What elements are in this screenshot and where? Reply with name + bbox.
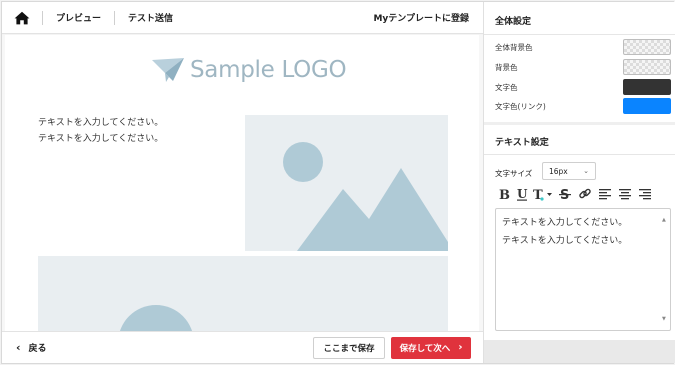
font-size-select[interactable]: 16px ⌄ bbox=[542, 162, 596, 180]
svg-text:B: B bbox=[499, 188, 510, 201]
bold-icon: B bbox=[499, 188, 510, 201]
text-color-icon: T bbox=[533, 188, 552, 201]
image-placeholder[interactable] bbox=[245, 115, 448, 251]
bg-color-swatch[interactable] bbox=[623, 59, 671, 75]
top-toolbar: プレビュー テスト送信 Myテンプレートに登録 bbox=[2, 2, 483, 34]
divider bbox=[484, 34, 675, 35]
align-left-icon bbox=[599, 189, 611, 200]
underline-icon: U bbox=[517, 187, 528, 201]
svg-text:U: U bbox=[517, 187, 528, 201]
register-template-link[interactable]: Myテンプレートに登録 bbox=[373, 11, 469, 24]
scrollbar[interactable]: ▲ ▼ bbox=[662, 211, 668, 328]
text-color-button[interactable]: T bbox=[531, 185, 555, 203]
chevron-left-icon: ‹ bbox=[16, 341, 21, 354]
settings-panel: 全体設定 全体背景色 背景色 文字色 文字色(リンク) テキスト設定 文字サイズ… bbox=[483, 2, 675, 363]
bottom-toolbar: ‹ 戻る ここまで保存 保存して次へ › bbox=[2, 331, 483, 363]
preview-pane: プレビュー テスト送信 Myテンプレートに登録 Sample LOGO テキスト… bbox=[2, 2, 483, 363]
text-color-swatch[interactable] bbox=[623, 79, 671, 95]
divider bbox=[484, 154, 675, 155]
page-bg-color-swatch[interactable] bbox=[623, 39, 671, 55]
align-right-button[interactable] bbox=[635, 185, 655, 203]
chevron-right-icon: › bbox=[458, 342, 463, 353]
body-text-block[interactable]: テキストを入力してください。 テキストを入力してください。 bbox=[38, 115, 163, 147]
color-label: 全体背景色 bbox=[495, 42, 533, 52]
font-size-value: 16px bbox=[549, 166, 568, 176]
email-canvas: Sample LOGO テキストを入力してください。 テキストを入力してください… bbox=[5, 35, 479, 331]
align-left-button[interactable] bbox=[595, 185, 615, 203]
body-text-line: テキストを入力してください。 bbox=[38, 134, 164, 144]
color-row-page-bg: 全体背景色 bbox=[495, 39, 671, 55]
align-right-icon bbox=[639, 189, 651, 200]
chevron-down-icon: ⌄ bbox=[583, 167, 589, 175]
color-label: 文字色(リンク) bbox=[495, 101, 546, 111]
link-button[interactable] bbox=[575, 185, 595, 203]
home-button[interactable] bbox=[2, 2, 42, 34]
text-settings-title: テキスト設定 bbox=[495, 138, 549, 148]
text-editor[interactable]: テキストを入力してください。 テキストを入力してください。 ▲ ▼ bbox=[495, 208, 671, 331]
editor-line: テキストを入力してください。 bbox=[502, 236, 628, 246]
editor-window: プレビュー テスト送信 Myテンプレートに登録 Sample LOGO テキスト… bbox=[1, 1, 675, 364]
color-row-text: 文字色 bbox=[495, 79, 671, 95]
email-preview-area: Sample LOGO テキストを入力してください。 テキストを入力してください… bbox=[2, 35, 483, 331]
image-placeholder-icon bbox=[119, 305, 193, 331]
align-center-button[interactable] bbox=[615, 185, 635, 203]
color-row-link: 文字色(リンク) bbox=[495, 98, 671, 114]
color-row-bg: 背景色 bbox=[495, 59, 671, 75]
logo: Sample LOGO bbox=[151, 57, 347, 83]
home-icon bbox=[14, 11, 30, 24]
preview-link[interactable]: プレビュー bbox=[43, 11, 114, 24]
global-settings-title: 全体設定 bbox=[495, 17, 532, 27]
bold-button[interactable]: B bbox=[495, 185, 513, 203]
body-text-line: テキストを入力してください。 bbox=[38, 118, 164, 128]
scroll-up-icon: ▲ bbox=[662, 217, 666, 223]
image-placeholder-icon bbox=[283, 142, 448, 251]
link-icon bbox=[579, 188, 591, 199]
save-and-next-label: 保存して次へ bbox=[399, 343, 451, 354]
strikethrough-icon: S bbox=[559, 188, 571, 201]
underline-button[interactable]: U bbox=[513, 185, 531, 203]
section-divider bbox=[484, 122, 675, 125]
panel-footer bbox=[484, 340, 675, 363]
back-label: 戻る bbox=[28, 344, 47, 354]
strikethrough-button[interactable]: S bbox=[555, 185, 575, 203]
back-button[interactable]: ‹ 戻る bbox=[16, 341, 47, 354]
paper-plane-icon bbox=[152, 58, 184, 82]
formatting-toolbar: B U T S bbox=[495, 185, 671, 203]
editor-line: テキストを入力してください。 bbox=[502, 218, 628, 228]
scroll-down-icon: ▼ bbox=[662, 316, 666, 322]
align-center-icon bbox=[619, 189, 631, 200]
link-color-swatch[interactable] bbox=[623, 98, 671, 114]
font-size-label: 文字サイズ bbox=[495, 169, 533, 178]
test-send-link[interactable]: テスト送信 bbox=[115, 11, 186, 24]
save-and-next-button[interactable]: 保存して次へ › bbox=[391, 336, 471, 359]
color-label: 背景色 bbox=[495, 62, 518, 72]
image-placeholder[interactable] bbox=[38, 256, 448, 331]
logo-text: Sample LOGO bbox=[190, 57, 347, 83]
color-label: 文字色 bbox=[495, 82, 518, 92]
save-here-button[interactable]: ここまで保存 bbox=[313, 336, 385, 359]
